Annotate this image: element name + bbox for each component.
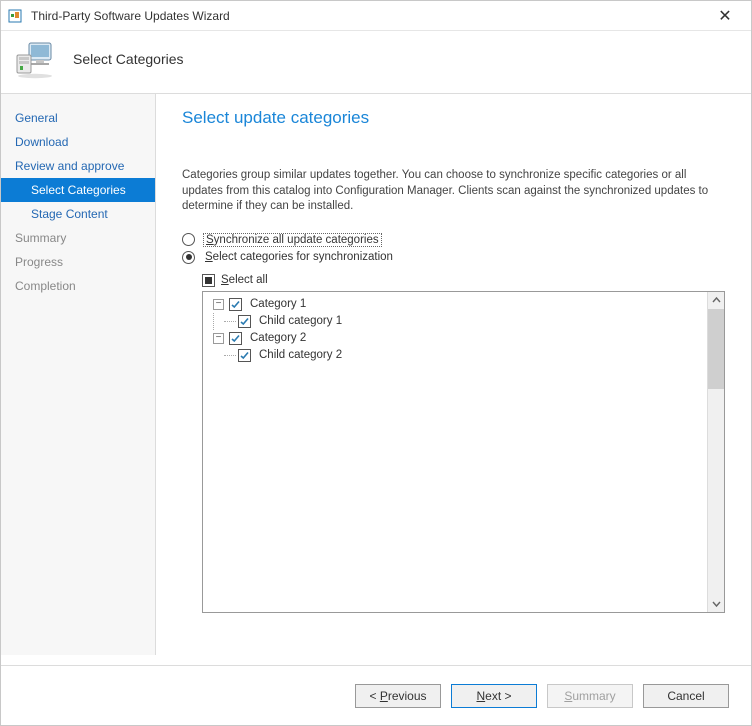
wizard-body: General Download Review and approve Sele…	[1, 93, 751, 655]
tree-node-child[interactable]: Child category 2	[207, 347, 720, 364]
sidebar-item-progress[interactable]: Progress	[1, 250, 155, 274]
step-title: Select Categories	[73, 51, 184, 67]
checkbox-icon	[202, 274, 215, 287]
radio-sync-all[interactable]: Synchronize all update categories	[182, 233, 725, 247]
sidebar-item-stage-content[interactable]: Stage Content	[1, 202, 155, 226]
scroll-down-icon[interactable]	[708, 595, 724, 612]
tree-node-category[interactable]: − Category 1	[207, 296, 720, 313]
cancel-button[interactable]: Cancel	[643, 684, 729, 708]
checkbox-icon[interactable]	[229, 332, 242, 345]
summary-button: Summary	[547, 684, 633, 708]
tree-node-label: Child category 1	[259, 315, 342, 327]
title-bar: Third-Party Software Updates Wizard ✕	[1, 1, 751, 31]
footer: < Previous Next > Summary Cancel	[1, 665, 751, 725]
next-button[interactable]: Next >	[451, 684, 537, 708]
radio-select-categories[interactable]: Select categories for synchronization	[182, 251, 725, 264]
sidebar-item-general[interactable]: General	[1, 106, 155, 130]
collapse-icon[interactable]: −	[213, 299, 224, 310]
tree-node-label: Child category 2	[259, 349, 342, 361]
checkbox-icon[interactable]	[238, 349, 251, 362]
tree-node-category[interactable]: − Category 2	[207, 330, 720, 347]
scroll-thumb[interactable]	[708, 309, 724, 389]
page-title: Select update categories	[182, 108, 725, 128]
window-icon	[7, 8, 23, 24]
sidebar-item-download[interactable]: Download	[1, 130, 155, 154]
radio-select-categories-label: Select categories for synchronization	[203, 251, 395, 263]
select-all-label: Select all	[221, 274, 268, 286]
close-button[interactable]: ✕	[705, 2, 745, 30]
scroll-up-icon[interactable]	[708, 292, 724, 309]
checkbox-icon[interactable]	[238, 315, 251, 328]
previous-button[interactable]: < Previous	[355, 684, 441, 708]
page-description: Categories group similar updates togethe…	[182, 168, 725, 215]
radio-icon	[182, 251, 195, 264]
header: Select Categories	[1, 31, 751, 93]
sidebar-item-review[interactable]: Review and approve	[1, 154, 155, 178]
scrollbar[interactable]	[707, 292, 724, 612]
select-all-checkbox[interactable]: Select all	[202, 274, 725, 287]
sidebar-item-completion[interactable]: Completion	[1, 274, 155, 298]
sidebar: General Download Review and approve Sele…	[1, 94, 156, 655]
window-title: Third-Party Software Updates Wizard	[31, 9, 705, 23]
radio-sync-all-label: Synchronize all update categories	[203, 233, 382, 247]
sidebar-item-select-categories[interactable]: Select Categories	[1, 178, 155, 202]
tree-node-child[interactable]: Child category 1	[207, 313, 720, 330]
checkbox-icon[interactable]	[229, 298, 242, 311]
tree-node-label: Category 2	[250, 332, 306, 344]
content-pane: Select update categories Categories grou…	[156, 94, 751, 655]
tree-node-label: Category 1	[250, 298, 306, 310]
wizard-icon	[15, 39, 59, 79]
scroll-track[interactable]	[708, 389, 724, 595]
radio-icon	[182, 233, 195, 246]
sidebar-item-summary[interactable]: Summary	[1, 226, 155, 250]
categories-tree[interactable]: − Category 1 Child category 1 −	[202, 291, 725, 613]
collapse-icon[interactable]: −	[213, 333, 224, 344]
